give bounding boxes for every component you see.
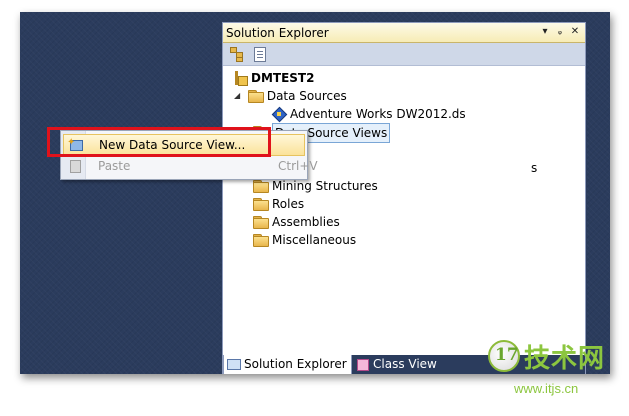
ide-background: Solution Explorer ▾ ᵩ ✕ DMTEST2 ◢ Data S… <box>20 12 610 374</box>
menu-item-paste[interactable]: Paste Ctrl+V <box>63 156 318 176</box>
folder-icon <box>253 216 269 229</box>
tree-project[interactable]: DMTEST2 <box>233 69 314 87</box>
red-highlight-box <box>47 127 271 157</box>
data-source-icon <box>272 107 286 121</box>
watermark-url: www.itjs.cn <box>514 381 579 396</box>
tab-class-view[interactable]: Class View <box>353 355 441 374</box>
collapse-arrow-icon[interactable]: ◢ <box>234 87 244 105</box>
tree-item-data-source[interactable]: Adventure Works DW2012.ds <box>272 105 466 123</box>
solution-explorer-icon <box>227 358 241 370</box>
panel-title-bar[interactable]: Solution Explorer ▾ ᵩ ✕ <box>223 23 585 43</box>
folder-icon <box>253 234 269 247</box>
paste-icon <box>68 159 82 173</box>
watermark-logo: 17 <box>488 340 520 372</box>
solution-explorer-panel: Solution Explorer ▾ ᵩ ✕ DMTEST2 ◢ Data S… <box>222 22 586 374</box>
tree-folder-miscellaneous[interactable]: Miscellaneous <box>253 231 356 249</box>
tree-folder-roles[interactable]: Roles <box>253 195 304 213</box>
folder-icon <box>253 180 269 193</box>
panel-title: Solution Explorer <box>226 26 329 40</box>
class-view-icon <box>356 358 370 371</box>
panel-toolbar <box>223 43 585 66</box>
watermark: 17 技术网 www.itjs.cn <box>488 340 618 410</box>
watermark-title: 技术网 <box>524 344 606 374</box>
show-all-files-icon[interactable] <box>251 46 267 62</box>
tree-folder-data-sources[interactable]: ◢ Data Sources <box>234 87 347 105</box>
tree-folder-partially-hidden[interactable]: s <box>531 159 537 177</box>
tab-solution-explorer[interactable]: Solution Explorer <box>223 355 352 374</box>
project-icon <box>233 71 248 86</box>
folder-icon <box>247 90 264 103</box>
pin-icon[interactable]: ᵩ <box>554 26 566 38</box>
folder-icon <box>253 198 269 211</box>
dropdown-arrow-icon[interactable]: ▾ <box>539 26 551 38</box>
properties-icon[interactable] <box>229 46 245 62</box>
close-icon[interactable]: ✕ <box>569 26 581 38</box>
tree-folder-assemblies[interactable]: Assemblies <box>253 213 340 231</box>
